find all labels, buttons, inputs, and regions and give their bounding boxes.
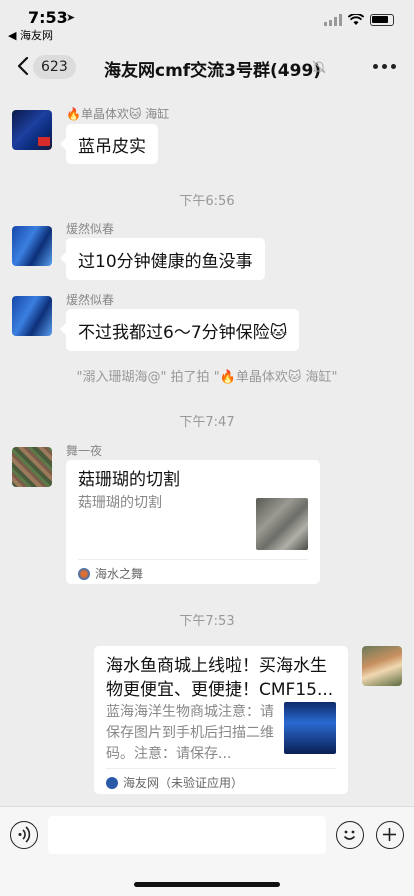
sender-name: 煖然似春 — [66, 293, 115, 307]
source-name: 海水之舞 — [95, 567, 144, 581]
card-description: 蓝海海洋生物商城注意：请保存图片到手机后扫描二维码。注意：请保存... — [106, 704, 274, 762]
avatar[interactable] — [12, 447, 52, 487]
pat-notice: "溺入珊瑚海@" 拍了拍 "🔥单晶体欢🐱 海缸" — [76, 370, 338, 385]
sender-name: 舞一夜 — [66, 444, 103, 458]
home-indicator — [134, 882, 280, 887]
location-arrow-icon: ➤ — [66, 11, 76, 24]
source-logo-icon — [78, 567, 90, 580]
timestamp: 下午7:53 — [179, 614, 235, 629]
message-text: 过10分钟健康的鱼没事 — [78, 251, 253, 272]
voice-icon — [18, 826, 31, 843]
self-avatar[interactable] — [362, 646, 402, 686]
card-source: 海友网（未验证应用） — [106, 774, 243, 791]
message-bubble[interactable]: 蓝吊皮实 — [60, 124, 158, 164]
sender-name: 🔥单晶体欢🐱 海缸 — [66, 107, 170, 121]
link-card[interactable]: 海水鱼商城上线啦！买海水生物更便宜、更便捷！CMF15... 蓝海海洋生物商城注… — [94, 646, 348, 794]
card-title: 菇珊瑚的切割 — [78, 470, 180, 490]
back-to-app-link[interactable]: ◀ 海友网 — [8, 27, 53, 43]
timestamp: 下午7:47 — [179, 415, 235, 430]
source-logo-icon — [106, 776, 118, 789]
more-options-button[interactable] — [373, 64, 396, 69]
more-features-button[interactable] — [376, 821, 404, 849]
avatar[interactable] — [12, 110, 52, 150]
card-title: 海水鱼商城上线啦！买海水生物更便宜、更便捷！CMF15... — [106, 656, 334, 700]
message-input[interactable] — [48, 816, 326, 854]
emoji-button[interactable] — [336, 821, 364, 849]
avatar[interactable] — [12, 296, 52, 336]
chat-title: 海友网cmf交流3号群(499) — [104, 61, 322, 81]
link-card[interactable]: 菇珊瑚的切割 菇珊瑚的切割 海水之舞 — [66, 460, 320, 584]
message-bubble[interactable]: 过10分钟健康的鱼没事 — [60, 238, 265, 280]
timestamp: 下午6:56 — [179, 194, 235, 209]
card-source: 海水之舞 — [78, 565, 143, 582]
signal-icon — [324, 14, 342, 26]
sender-name: 煖然似春 — [66, 222, 115, 236]
plus-icon — [383, 828, 396, 841]
card-thumbnail — [256, 498, 308, 550]
wifi-icon — [348, 14, 364, 25]
source-name: 海友网（未验证应用） — [123, 776, 244, 790]
card-description: 菇珊瑚的切割 — [78, 495, 162, 511]
status-bar: 7:53 ➤ ◀ 海友网 — [0, 0, 414, 44]
card-thumbnail — [284, 702, 336, 754]
battery-icon — [370, 14, 394, 26]
emoji-icon — [343, 830, 356, 840]
avatar[interactable] — [12, 226, 52, 266]
unread-count-badge[interactable]: 623 — [33, 55, 76, 79]
message-text: 不过我都过6～7分钟保险🐱 — [78, 322, 288, 343]
message-text: 蓝吊皮实 — [78, 136, 146, 157]
message-bubble[interactable]: 不过我都过6～7分钟保险🐱 — [59, 309, 300, 351]
mute-icon — [312, 60, 326, 74]
clock: 7:53 — [28, 8, 68, 27]
chat-header: 623 海友网cmf交流3号群(499) — [0, 44, 414, 88]
voice-button[interactable] — [10, 821, 38, 849]
